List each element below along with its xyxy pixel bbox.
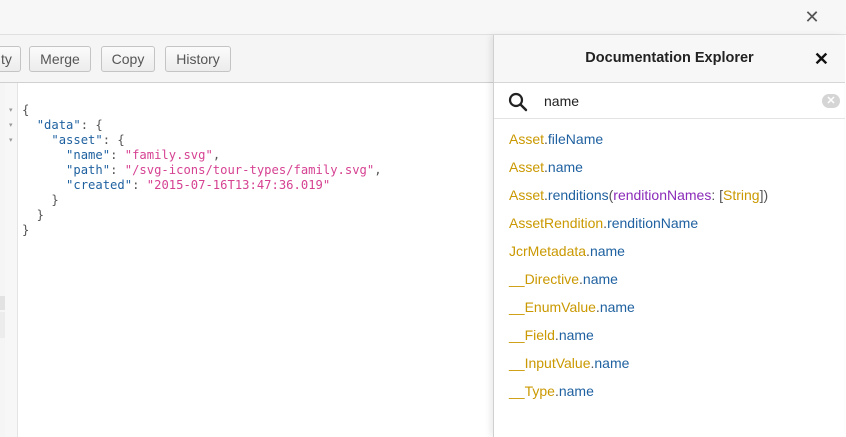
result-token: "data" (36, 118, 81, 132)
documentation-explorer: Documentation Explorer ✕ ✕ Asset.fileNam… (493, 35, 845, 437)
result-token: "/svg-icons/tour-types/family.svg" (124, 163, 375, 177)
search-result-item[interactable]: AssetRendition.renditionName (509, 209, 768, 237)
result-punctuation: ]) (759, 187, 769, 203)
search-results-list: Asset.fileName Asset.name Asset.renditions… (509, 125, 768, 405)
result-token (22, 178, 66, 192)
result-viewer[interactable]: { "data": { "asset": { "name": "family.s… (22, 103, 382, 238)
doc-explorer-close-icon[interactable]: ✕ (814, 48, 829, 70)
result-line: "path": "/svg-icons/tour-types/family.sv… (22, 163, 382, 178)
result-field-link[interactable]: name (559, 383, 594, 399)
search-result-item[interactable]: JcrMetadata.name (509, 237, 768, 265)
search-result-item[interactable]: __InputValue.name (509, 349, 768, 377)
result-line: "name": "family.svg", (22, 148, 382, 163)
result-field-link[interactable]: fileName (548, 131, 603, 147)
result-token: : (132, 178, 147, 192)
search-result-item[interactable]: __Type.name (509, 377, 768, 405)
history-button[interactable]: History (165, 46, 231, 72)
result-type-link[interactable]: __Type (509, 383, 555, 399)
result-token: , (212, 148, 221, 162)
result-line: } (22, 208, 382, 223)
result-token: : { (80, 118, 103, 132)
result-token: "path" (66, 163, 111, 177)
search-result-item[interactable]: __Directive.name (509, 265, 768, 293)
result-field-link[interactable]: name (583, 271, 618, 287)
result-field-link[interactable]: renditions (548, 187, 609, 203)
result-line: "data": { (22, 118, 382, 133)
prettify-button[interactable]: ty (0, 46, 21, 72)
result-field-link[interactable]: renditionName (607, 215, 698, 231)
result-type-link[interactable]: __Directive (509, 271, 579, 287)
result-token: : (110, 163, 125, 177)
result-type-link[interactable]: Asset (509, 131, 544, 147)
result-line: } (22, 223, 382, 238)
result-field-link[interactable]: name (590, 243, 625, 259)
result-field-link[interactable]: name (548, 159, 583, 175)
result-line: { (22, 103, 382, 118)
result-token: "family.svg" (124, 148, 213, 162)
result-token: "name" (66, 148, 111, 162)
result-type-link[interactable]: Asset (509, 187, 544, 203)
result-type-link[interactable]: __Field (509, 327, 555, 343)
editor-toolbar: ty Merge Copy History (0, 35, 493, 83)
fold-marker-icon[interactable]: ▾ (9, 118, 13, 133)
result-token: } (22, 193, 59, 207)
result-type-link[interactable]: AssetRendition (509, 215, 603, 231)
result-token (22, 118, 37, 132)
result-token: : (110, 148, 125, 162)
result-line: "asset": { (22, 133, 382, 148)
window-close-icon[interactable]: ✕ (802, 6, 822, 28)
search-result-item[interactable]: __Field.name (509, 321, 768, 349)
result-token (22, 148, 66, 162)
result-arg-name: renditionNames (613, 187, 712, 203)
result-gutter: ▾ ▾ ▾ (5, 83, 18, 437)
result-line: "created": "2015-07-16T13:47:36.019" (22, 178, 382, 193)
fold-marker-icon[interactable]: ▾ (9, 133, 13, 148)
search-result-item[interactable]: __EnumValue.name (509, 293, 768, 321)
result-token: { (22, 103, 30, 117)
search-icon (508, 92, 528, 112)
result-type-link[interactable]: String (723, 187, 760, 203)
result-type-link[interactable]: __EnumValue (509, 299, 596, 315)
copy-button[interactable]: Copy (101, 46, 155, 72)
result-field-link[interactable]: name (594, 355, 629, 371)
merge-button[interactable]: Merge (29, 46, 91, 72)
result-line: } (22, 193, 382, 208)
result-token: } (22, 208, 45, 222)
doc-search-input[interactable] (544, 91, 814, 111)
clear-search-icon[interactable]: ✕ (822, 94, 840, 108)
search-result-item[interactable]: Asset.renditions(renditionNames: [String… (509, 181, 768, 209)
result-token (22, 133, 51, 147)
result-token: , (374, 163, 382, 177)
doc-explorer-header: Documentation Explorer ✕ (494, 35, 845, 83)
window-top-bar: ✕ (0, 0, 846, 35)
doc-search-bar: ✕ (494, 83, 845, 119)
result-token: "created" (66, 178, 133, 192)
result-type-link[interactable]: Asset (509, 159, 544, 175)
result-field-link[interactable]: name (559, 327, 594, 343)
result-token: "2015-07-16T13:47:36.019" (146, 178, 331, 192)
doc-explorer-title: Documentation Explorer (585, 50, 754, 66)
result-token: } (22, 223, 30, 237)
result-token: "asset" (51, 133, 103, 147)
result-token (22, 163, 66, 177)
search-result-item[interactable]: Asset.name (509, 153, 768, 181)
result-punctuation: : [ (711, 187, 724, 203)
result-token: : { (102, 133, 125, 147)
result-type-link[interactable]: JcrMetadata (509, 243, 586, 259)
result-field-link[interactable]: name (600, 299, 635, 315)
result-type-link[interactable]: __InputValue (509, 355, 590, 371)
search-result-item[interactable]: Asset.fileName (509, 125, 768, 153)
fold-marker-icon[interactable]: ▾ (9, 103, 13, 118)
